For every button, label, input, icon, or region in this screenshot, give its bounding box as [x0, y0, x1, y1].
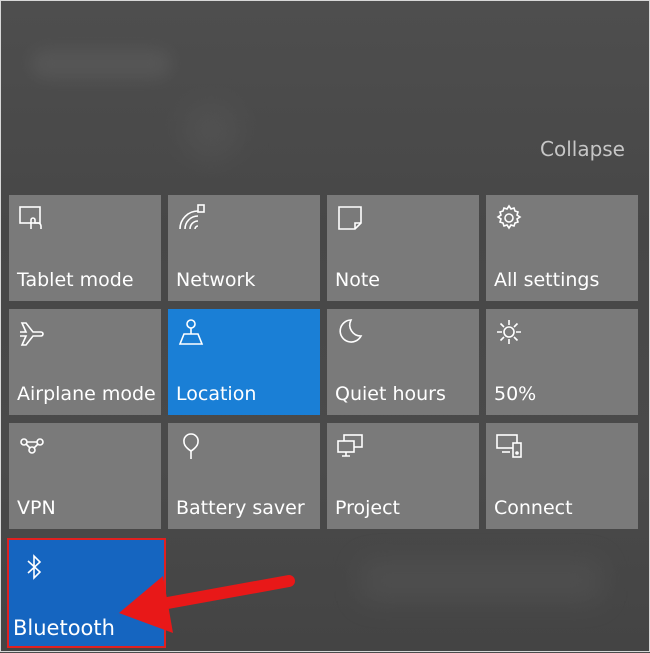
bluetooth-icon	[19, 552, 49, 582]
tile-location[interactable]: Location	[168, 309, 320, 415]
collapse-link[interactable]: Collapse	[540, 137, 625, 161]
tile-bluetooth[interactable]: Bluetooth	[7, 538, 166, 648]
gear-icon	[494, 203, 524, 233]
blurred-background	[361, 561, 601, 601]
connect-icon	[494, 431, 524, 461]
tile-label: All settings	[494, 269, 600, 291]
tile-vpn[interactable]: VPN	[9, 423, 161, 529]
tile-label: VPN	[17, 497, 56, 519]
vpn-icon	[17, 431, 47, 461]
brightness-icon	[494, 317, 524, 347]
project-icon	[335, 431, 365, 461]
tile-airplane-mode[interactable]: Airplane mode	[9, 309, 161, 415]
tile-tablet-mode[interactable]: Tablet mode	[9, 195, 161, 301]
note-icon	[335, 203, 365, 233]
tile-label: Bluetooth	[13, 616, 115, 640]
tile-connect[interactable]: Connect	[486, 423, 638, 529]
tile-network[interactable]: Network	[168, 195, 320, 301]
blurred-background	[31, 49, 171, 79]
moon-icon	[335, 317, 365, 347]
tile-label: Tablet mode	[17, 269, 134, 291]
tile-label: Battery saver	[176, 497, 305, 519]
tile-label: Note	[335, 269, 380, 291]
tile-label: Network	[176, 269, 256, 291]
tile-quiet-hours[interactable]: Quiet hours	[327, 309, 479, 415]
blurred-background	[181, 101, 241, 161]
battery-saver-icon	[176, 431, 206, 461]
tile-label: Location	[176, 383, 257, 405]
tile-project[interactable]: Project	[327, 423, 479, 529]
network-icon	[176, 203, 206, 233]
tile-label: Quiet hours	[335, 383, 446, 405]
action-center-panel: Collapse Tablet mode Network Note All se…	[0, 0, 650, 652]
tablet-mode-icon	[17, 203, 47, 233]
tile-label: 50%	[494, 383, 537, 405]
tile-label: Connect	[494, 497, 573, 519]
tile-all-settings[interactable]: All settings	[486, 195, 638, 301]
quick-actions-grid: Tablet mode Network Note All settings Ai…	[9, 195, 638, 529]
location-icon	[176, 317, 206, 347]
tile-note[interactable]: Note	[327, 195, 479, 301]
tile-label: Airplane mode	[17, 383, 156, 405]
airplane-icon	[17, 317, 47, 347]
tile-brightness[interactable]: 50%	[486, 309, 638, 415]
tile-label: Project	[335, 497, 401, 519]
tile-battery-saver[interactable]: Battery saver	[168, 423, 320, 529]
